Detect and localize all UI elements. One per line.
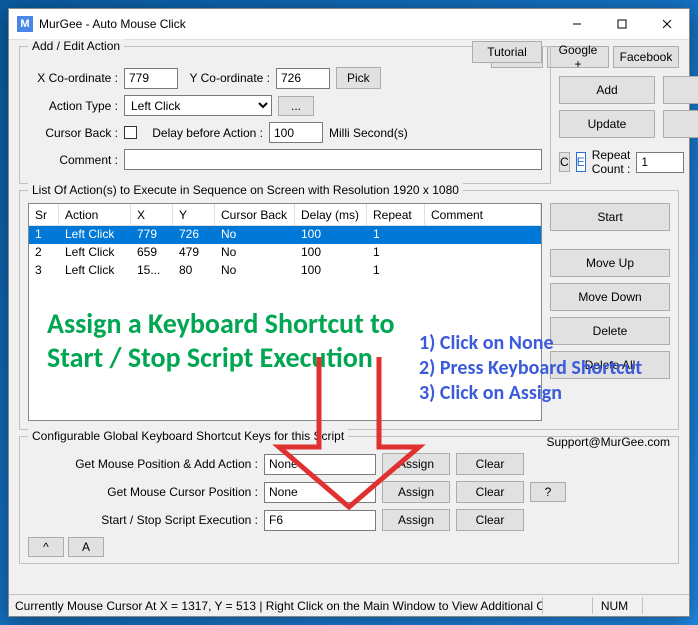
th-cursor-back[interactable]: Cursor Back <box>215 204 295 225</box>
comment-input[interactable] <box>124 149 542 170</box>
shortcut-label: Start / Stop Script Execution : <box>28 513 258 527</box>
minimize-button[interactable] <box>554 9 599 40</box>
clear-button[interactable]: Clear <box>456 453 524 475</box>
e-button[interactable]: E <box>576 152 586 172</box>
delay-input[interactable] <box>269 122 323 143</box>
action-list-title: List Of Action(s) to Execute in Sequence… <box>28 183 463 197</box>
clear-button[interactable]: Clear <box>456 509 524 531</box>
status-bar: Currently Mouse Cursor At X = 1317, Y = … <box>9 594 689 616</box>
maximize-button[interactable] <box>599 9 644 40</box>
th-comment[interactable]: Comment <box>425 204 541 225</box>
save-button[interactable]: Save <box>663 110 698 138</box>
y-coord-label: Y Co-ordinate : <box>184 71 270 85</box>
add-button[interactable]: Add <box>559 76 655 104</box>
load-button[interactable]: Load <box>663 76 698 104</box>
status-text: Currently Mouse Cursor At X = 1317, Y = … <box>15 597 543 614</box>
c-button[interactable]: C <box>559 152 570 172</box>
repeat-count-input[interactable] <box>636 152 684 173</box>
status-num: NUM <box>593 597 643 614</box>
shortcut-label: Get Mouse Cursor Position : <box>28 485 258 499</box>
assign-button[interactable]: Assign <box>382 509 450 531</box>
comment-label: Comment : <box>28 153 118 167</box>
cursor-back-label: Cursor Back : <box>28 126 118 140</box>
action-type-select[interactable]: Left Click <box>124 95 272 116</box>
shortcuts-group: Configurable Global Keyboard Shortcut Ke… <box>19 436 679 564</box>
delay-before-label: Delay before Action : <box>143 126 263 140</box>
clear-button[interactable]: Clear <box>456 481 524 503</box>
th-action[interactable]: Action <box>59 204 131 225</box>
table-row[interactable]: 3Left Click15...80No1001 <box>29 262 541 280</box>
update-button[interactable]: Update <box>559 110 655 138</box>
assign-button[interactable]: Assign <box>382 481 450 503</box>
shortcut-row: Get Mouse Position & Add Action : Assign C… <box>28 453 670 475</box>
shortcuts-title: Configurable Global Keyboard Shortcut Ke… <box>28 429 348 443</box>
repeat-count-label: Repeat Count : <box>592 148 631 176</box>
y-coord-input[interactable] <box>276 68 330 89</box>
th-sr[interactable]: Sr <box>29 204 59 225</box>
move-up-button[interactable]: Move Up <box>550 249 670 277</box>
action-more-button[interactable]: ... <box>278 96 314 116</box>
table-header: Sr Action X Y Cursor Back Delay (ms) Rep… <box>29 204 541 226</box>
th-x[interactable]: X <box>131 204 173 225</box>
shortcut-up-button[interactable]: ^ <box>28 537 64 557</box>
x-coord-label: X Co-ordinate : <box>28 71 118 85</box>
start-button[interactable]: Start <box>550 203 670 231</box>
shortcut-a-button[interactable]: A <box>68 537 104 557</box>
pick-button[interactable]: Pick <box>336 67 381 89</box>
close-button[interactable] <box>644 9 689 40</box>
table-row[interactable]: 2Left Click659479No1001 <box>29 244 541 262</box>
tutorial-button[interactable]: Tutorial <box>472 41 542 63</box>
x-coord-input[interactable] <box>124 68 178 89</box>
assign-button[interactable]: Assign <box>382 453 450 475</box>
titlebar: M MurGee - Auto Mouse Click <box>9 9 689 40</box>
table-row[interactable]: 1Left Click779726No1001 <box>29 226 541 244</box>
action-table[interactable]: Sr Action X Y Cursor Back Delay (ms) Rep… <box>28 203 542 421</box>
help-button[interactable]: ? <box>530 482 566 502</box>
th-delay[interactable]: Delay (ms) <box>295 204 367 225</box>
facebook-button[interactable]: Facebook <box>613 46 679 68</box>
delete-all-button[interactable]: Delete All <box>550 351 670 379</box>
shortcut-input[interactable] <box>264 454 376 475</box>
google-button[interactable]: Google + <box>547 46 609 68</box>
action-type-label: Action Type : <box>28 99 118 113</box>
shortcut-row: Get Mouse Cursor Position : Assign Clear? <box>28 481 670 503</box>
ms-label: Milli Second(s) <box>329 126 408 140</box>
delete-button[interactable]: Delete <box>550 317 670 345</box>
action-list-group: List Of Action(s) to Execute in Sequence… <box>19 190 679 430</box>
shortcut-input[interactable] <box>264 482 376 503</box>
shortcut-input[interactable] <box>264 510 376 531</box>
window-title: MurGee - Auto Mouse Click <box>39 17 554 31</box>
add-edit-title: Add / Edit Action <box>28 39 124 53</box>
add-edit-group: Add / Edit Action Tutorial X Co-ordinate… <box>19 46 551 184</box>
move-down-button[interactable]: Move Down <box>550 283 670 311</box>
app-icon: M <box>17 16 33 32</box>
shortcut-row: Start / Stop Script Execution : Assign Cle… <box>28 509 670 531</box>
shortcut-label: Get Mouse Position & Add Action : <box>28 457 258 471</box>
main-window: M MurGee - Auto Mouse Click Add / Edit A… <box>8 8 690 617</box>
th-repeat[interactable]: Repeat <box>367 204 425 225</box>
cursor-back-checkbox[interactable] <box>124 126 137 139</box>
th-y[interactable]: Y <box>173 204 215 225</box>
